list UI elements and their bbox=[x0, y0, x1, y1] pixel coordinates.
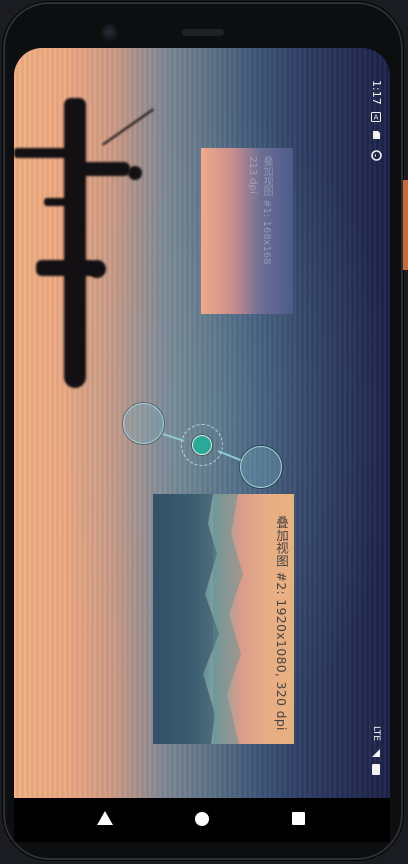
boat-hull bbox=[64, 98, 86, 388]
back-triangle-icon[interactable] bbox=[97, 811, 113, 825]
move-handle-center[interactable] bbox=[192, 435, 212, 455]
side-accent-strip bbox=[403, 180, 408, 270]
fisherman-body-2 bbox=[36, 260, 96, 276]
overlay-1-label: 叠加视图 #1: 168x168 213 dpi bbox=[245, 156, 287, 265]
notification-a-icon: A bbox=[370, 112, 382, 124]
fisherman-head-2 bbox=[88, 260, 106, 278]
overlay-2-label: 叠加视图 #2: 1920x1080, 320 dpi bbox=[274, 516, 289, 731]
home-circle-icon[interactable] bbox=[195, 812, 209, 826]
scale-handle-right[interactable] bbox=[240, 446, 282, 488]
front-camera bbox=[101, 24, 119, 42]
sync-icon bbox=[370, 150, 382, 162]
network-type: LTE bbox=[371, 726, 381, 741]
status-time: 1:17 bbox=[370, 80, 383, 105]
svg-text:A: A bbox=[374, 114, 379, 122]
battery-icon bbox=[372, 764, 380, 775]
scale-handle-left[interactable] bbox=[123, 403, 164, 444]
earpiece-speaker bbox=[182, 29, 224, 36]
overlay-view-1[interactable]: 叠加视图 #1: 168x168 213 dpi bbox=[201, 148, 293, 314]
boat-mast bbox=[14, 148, 74, 158]
sd-card-icon bbox=[370, 130, 382, 142]
boat-paddle bbox=[44, 198, 74, 206]
recents-square-icon[interactable] bbox=[292, 812, 305, 825]
overlay-1-dpi: 213 dpi bbox=[247, 156, 258, 194]
fisherman-head-1 bbox=[128, 166, 142, 180]
signal-icon bbox=[370, 748, 382, 760]
fisherman-body-1 bbox=[80, 162, 130, 176]
overlay-1-title: 叠加视图 #1: 168x168 bbox=[261, 156, 272, 265]
